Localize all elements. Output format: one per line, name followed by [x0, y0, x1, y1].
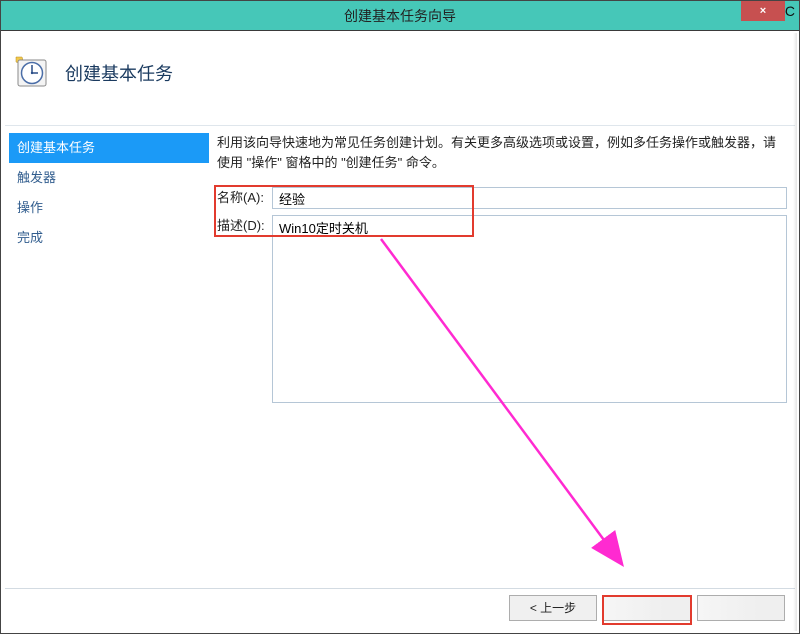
description-label: 描述(D):: [217, 215, 272, 237]
footer-divider: [5, 588, 795, 589]
name-label: 名称(A):: [217, 187, 272, 209]
close-extra-char: C: [785, 3, 795, 19]
close-button[interactable]: ×: [741, 1, 785, 21]
next-button[interactable]: [603, 595, 691, 621]
name-input[interactable]: [272, 187, 787, 209]
step-action[interactable]: 操作: [9, 193, 209, 223]
title-bar: 创建基本任务向导 × C: [1, 1, 799, 31]
cancel-button[interactable]: [697, 595, 785, 621]
header-divider: [5, 125, 795, 126]
wizard-content: 利用该向导快速地为常见任务创建计划。有关更多高级选项或设置，例如多任务操作或触发…: [217, 133, 787, 409]
wizard-subtitle: 创建基本任务: [65, 60, 173, 86]
intro-text: 利用该向导快速地为常见任务创建计划。有关更多高级选项或设置，例如多任务操作或触发…: [217, 133, 787, 173]
step-trigger[interactable]: 触发器: [9, 163, 209, 193]
back-button[interactable]: < 上一步: [509, 595, 597, 621]
wizard-step-list: 创建基本任务 触发器 操作 完成: [9, 133, 209, 253]
wizard-window: 创建基本任务向导 × C 创建基本任务 创建基本任务 触发器 操作 完成 利用该…: [0, 0, 800, 634]
description-input[interactable]: [272, 215, 787, 403]
name-row: 名称(A):: [217, 187, 787, 209]
wizard-button-row: < 上一步: [1, 595, 799, 623]
step-create-basic-task[interactable]: 创建基本任务: [9, 133, 209, 163]
step-finish[interactable]: 完成: [9, 223, 209, 253]
description-row: 描述(D):: [217, 215, 787, 403]
wizard-header: 创建基本任务: [15, 43, 785, 103]
window-title-text: 创建基本任务向导: [1, 1, 799, 31]
clock-icon: [15, 56, 49, 90]
right-edge-shadow: [793, 33, 797, 631]
